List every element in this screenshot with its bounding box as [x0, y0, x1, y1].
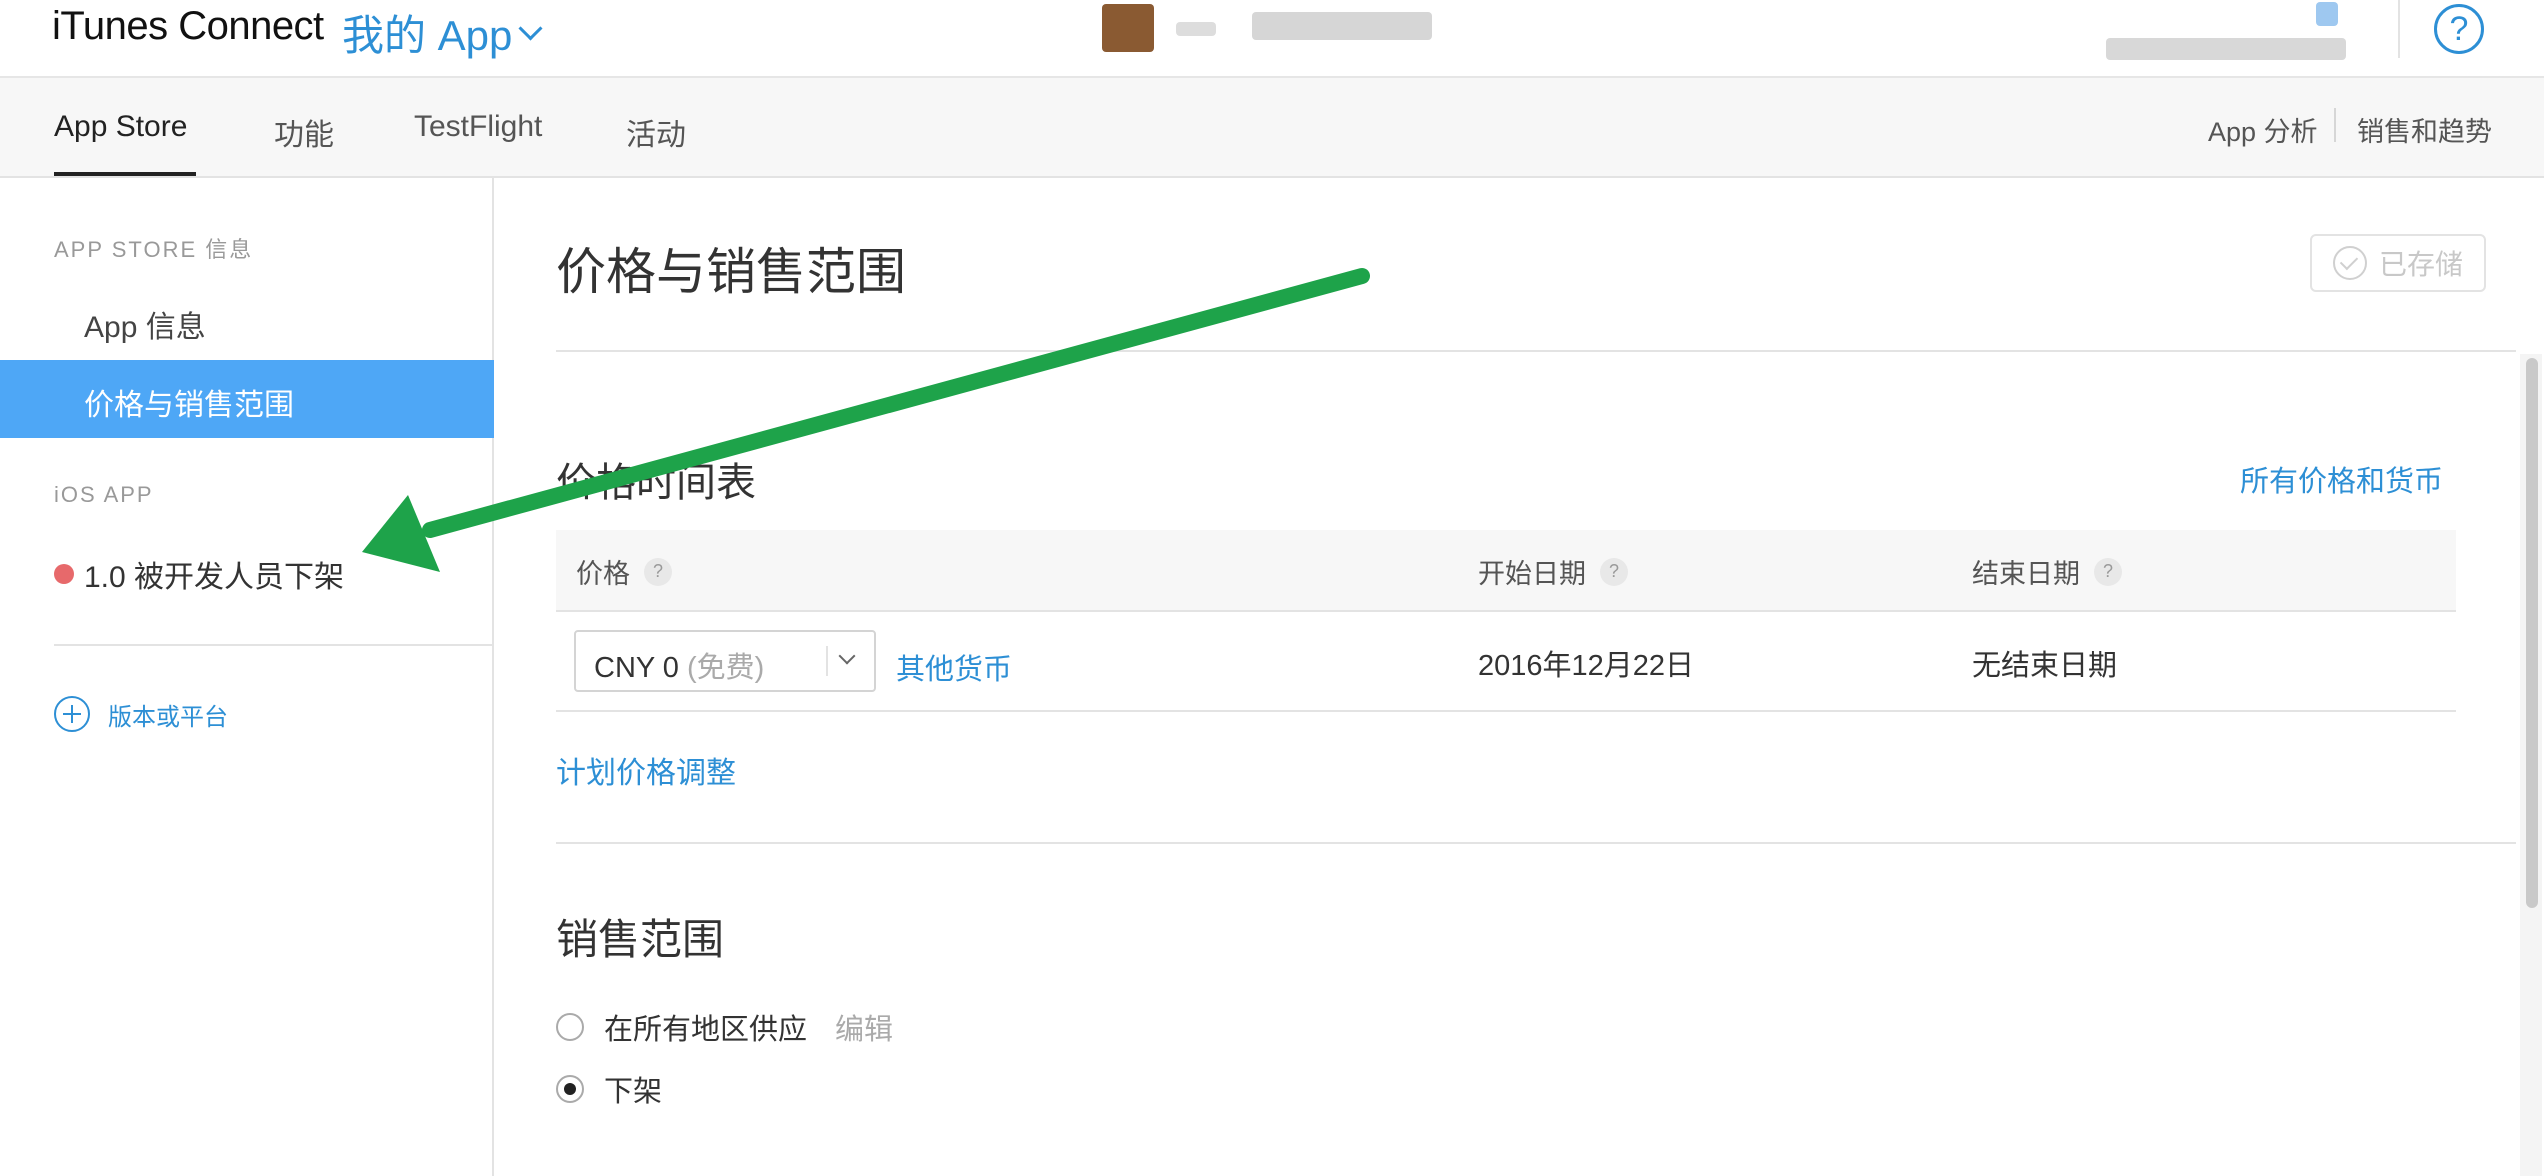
help-icon[interactable]: ? — [2434, 4, 2484, 54]
price-select[interactable]: CNY 0 (免费) — [574, 630, 876, 692]
table-row-border — [556, 710, 2456, 712]
check-circle-icon — [2332, 246, 2367, 280]
column-header-price: 价格 ? — [576, 552, 672, 591]
saved-label: 已存储 — [2378, 249, 2463, 280]
radio-label: 下架 — [604, 1076, 663, 1108]
add-version-label: 版本或平台 — [108, 703, 228, 731]
brand-title[interactable]: iTunes Connect — [52, 4, 324, 49]
price-schedule-title: 价格时间表 — [556, 461, 756, 505]
column-header-label: 结束日期 — [1972, 559, 2080, 589]
sidebar-section-title: iOS APP — [54, 482, 154, 507]
radio-remove-from-sale[interactable]: 下架 — [556, 1068, 662, 1110]
end-date-value: 无结束日期 — [1972, 650, 2118, 682]
radio-button[interactable] — [556, 1013, 584, 1041]
account-avatar — [1102, 4, 1154, 52]
tab-features[interactable]: 功能 — [274, 110, 334, 154]
all-prices-link[interactable]: 所有价格和货币 — [2240, 458, 2443, 500]
header-divider — [2398, 0, 2400, 58]
radio-label: 在所有地区供应 — [604, 1014, 808, 1046]
saved-button[interactable]: 已存储 — [2310, 234, 2486, 292]
account-name-blurred — [1176, 22, 1216, 36]
add-version-button[interactable]: 版本或平台 — [54, 696, 228, 732]
team-badge-blurred — [2316, 2, 2338, 26]
column-header-end-date: 结束日期 ? — [1972, 552, 2122, 591]
help-question-icon[interactable]: ? — [2094, 557, 2122, 586]
sidebar-item-app-info[interactable]: App 信息 — [84, 302, 206, 346]
radio-all-territories[interactable]: 在所有地区供应 编辑 — [556, 1006, 893, 1048]
tab-activity[interactable]: 活动 — [626, 110, 686, 154]
sidebar-item-version[interactable]: 1.0 被开发人员下架 — [54, 552, 344, 596]
sidebar-divider — [54, 644, 492, 646]
plus-circle-icon — [54, 696, 90, 732]
availability-title: 销售范围 — [556, 916, 725, 963]
sidebar-section-title: APP STORE 信息 — [54, 237, 254, 262]
tab-testflight[interactable]: TestFlight — [414, 110, 542, 144]
my-apps-label: 我的 App — [342, 12, 513, 59]
account-org-blurred — [1252, 12, 1432, 40]
tab-active-indicator — [54, 172, 196, 176]
scrollbar-thumb[interactable] — [2526, 358, 2538, 908]
nav-bar — [0, 78, 2544, 178]
my-apps-menu[interactable]: 我的 App — [342, 2, 543, 63]
tab-app-store[interactable]: App Store — [54, 110, 187, 144]
sidebar-item-label: 1.0 被开发人员下架 — [84, 561, 345, 594]
app-analytics-link[interactable]: App 分析 — [2208, 110, 2318, 149]
page-title: 价格与销售范围 — [556, 244, 906, 300]
select-divider — [826, 646, 828, 676]
column-header-label: 价格 — [576, 559, 630, 589]
plan-price-change-link[interactable]: 计划价格调整 — [556, 748, 736, 792]
column-header-label: 开始日期 — [1478, 559, 1586, 589]
section-divider — [556, 350, 2516, 352]
sidebar — [0, 178, 494, 1176]
help-question-icon[interactable]: ? — [644, 557, 672, 586]
price-select-value: CNY 0 (免费) — [594, 644, 764, 686]
sales-trends-link[interactable]: 销售和趋势 — [2357, 110, 2492, 149]
chevron-down-icon — [838, 647, 856, 665]
team-name-blurred — [2106, 38, 2346, 60]
price-value: CNY 0 — [594, 652, 679, 684]
price-note: (免费) — [686, 652, 765, 684]
section-divider — [556, 842, 2516, 844]
column-header-start-date: 开始日期 ? — [1478, 552, 1628, 591]
chevron-down-icon — [518, 16, 543, 41]
edit-link[interactable]: 编辑 — [835, 1006, 893, 1048]
status-dot-icon — [54, 564, 74, 584]
other-currency-link[interactable]: 其他货币 — [896, 646, 1012, 688]
start-date-value: 2016年12月22日 — [1478, 650, 1695, 682]
radio-button-selected[interactable] — [556, 1075, 584, 1103]
sidebar-item-pricing[interactable]: 价格与销售范围 — [84, 380, 294, 424]
help-question-icon[interactable]: ? — [1600, 557, 1628, 586]
nav-divider — [2334, 108, 2336, 142]
